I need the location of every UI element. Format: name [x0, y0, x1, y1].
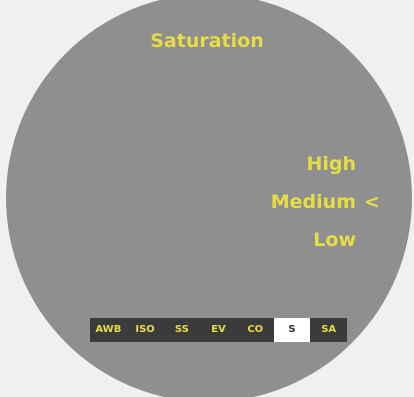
tab-co[interactable]: CO — [237, 318, 274, 342]
option-low[interactable]: Low — [232, 221, 382, 259]
tab-s[interactable]: S — [273, 318, 311, 342]
tab-ev[interactable]: EV — [200, 318, 237, 342]
settings-tab-bar: AWB ISO SS EV CO S SA — [90, 318, 347, 342]
tab-awb[interactable]: AWB — [90, 318, 127, 342]
tab-ss[interactable]: SS — [163, 318, 200, 342]
saturation-option-list: High Medium < Low — [232, 145, 382, 259]
option-label: Medium — [270, 191, 356, 213]
option-label: High — [306, 153, 356, 175]
tab-sa[interactable]: SA — [310, 318, 347, 342]
camera-settings-screen: Saturation High Medium < Low AWB ISO SS … — [0, 0, 414, 397]
option-high[interactable]: High — [232, 145, 382, 183]
option-label: Low — [313, 229, 356, 251]
tab-iso[interactable]: ISO — [127, 318, 164, 342]
page-title: Saturation — [150, 30, 264, 52]
option-medium[interactable]: Medium < — [232, 183, 382, 221]
selection-marker: < — [364, 191, 380, 213]
